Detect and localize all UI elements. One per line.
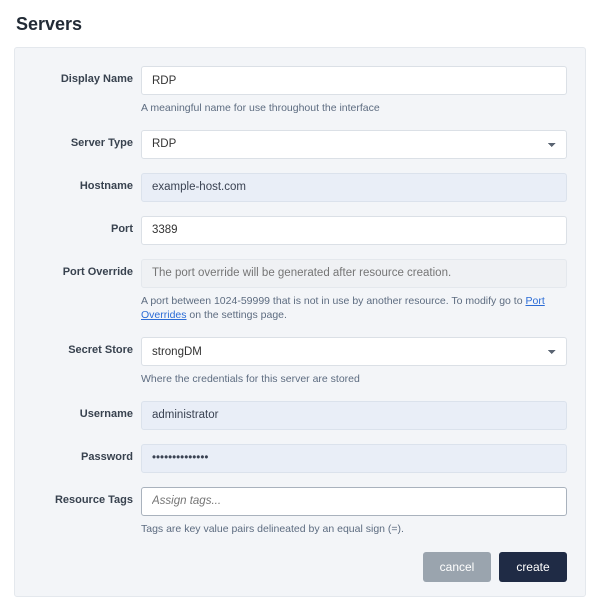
form-actions: cancel create [33,552,567,582]
secret-store-select[interactable]: strongDM [141,337,567,366]
secret-store-help: Where the credentials for this server ar… [141,372,567,387]
label-password: Password [33,444,141,463]
resource-tags-input[interactable] [141,487,567,516]
row-port: Port [33,216,567,245]
row-username: Username [33,401,567,430]
label-port-override: Port Override [33,259,141,278]
server-type-select[interactable]: RDP [141,130,567,159]
row-display-name: Display Name A meaningful name for use t… [33,66,567,116]
row-password: Password [33,444,567,473]
create-button[interactable]: create [499,552,567,582]
label-port: Port [33,216,141,235]
label-hostname: Hostname [33,173,141,192]
port-override-input [141,259,567,288]
resource-tags-help: Tags are key value pairs delineated by a… [141,522,567,537]
hostname-input[interactable] [141,173,567,202]
row-server-type: Server Type RDP [33,130,567,159]
port-override-help: A port between 1024-59999 that is not in… [141,294,567,323]
label-resource-tags: Resource Tags [33,487,141,506]
username-input[interactable] [141,401,567,430]
display-name-help: A meaningful name for use throughout the… [141,101,567,116]
port-override-help-suffix: on the settings page. [187,309,287,321]
port-input[interactable] [141,216,567,245]
cancel-button[interactable]: cancel [423,552,491,582]
port-override-help-prefix: A port between 1024-59999 that is not in… [141,295,525,307]
label-display-name: Display Name [33,66,141,85]
server-form-panel: Display Name A meaningful name for use t… [14,47,586,597]
page-title: Servers [14,14,586,35]
label-secret-store: Secret Store [33,337,141,356]
display-name-input[interactable] [141,66,567,95]
row-port-override: Port Override A port between 1024-59999 … [33,259,567,323]
label-server-type: Server Type [33,130,141,149]
password-input[interactable] [141,444,567,473]
label-username: Username [33,401,141,420]
row-resource-tags: Resource Tags Tags are key value pairs d… [33,487,567,537]
row-secret-store: Secret Store strongDM Where the credenti… [33,337,567,387]
row-hostname: Hostname [33,173,567,202]
